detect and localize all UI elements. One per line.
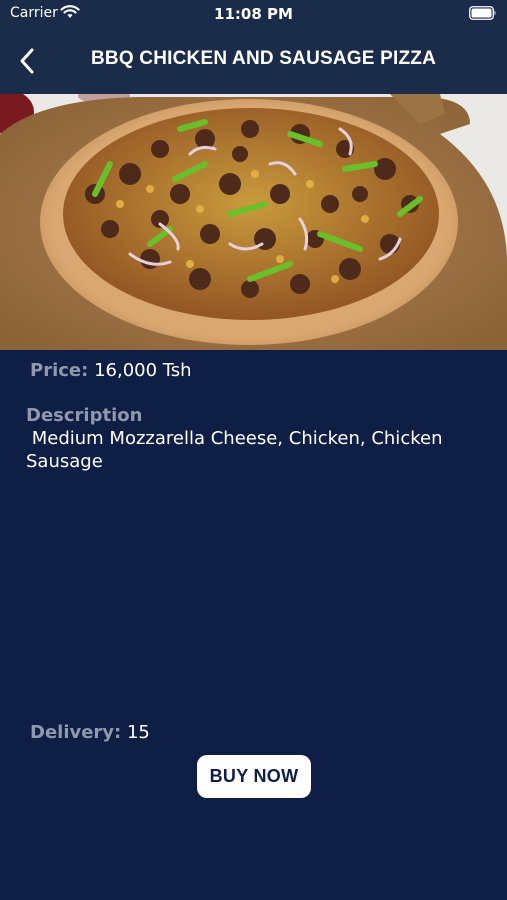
status-bar: Carrier 11:08 PM (0, 0, 507, 28)
price-row: Price: 16,000 Tsh (30, 360, 192, 381)
buy-now-button[interactable]: BUY NOW (197, 755, 311, 798)
delivery-row: Delivery: 15 (30, 722, 150, 743)
delivery-label: Delivery: (30, 722, 122, 743)
description-label: Description (26, 405, 143, 426)
status-time: 11:08 PM (214, 5, 293, 23)
delivery-value: 15 (126, 722, 150, 743)
page-title: BBQ CHICKEN AND SAUSAGE PIZZA (91, 48, 436, 69)
description-text: Medium Mozzarella Cheese, Chicken, Chick… (26, 428, 449, 472)
back-button[interactable] (12, 44, 46, 78)
product-image (0, 94, 507, 350)
battery-icon (469, 6, 496, 20)
pizza-photo (0, 94, 507, 350)
price-label: Price: (30, 360, 89, 381)
navigation-bar: BBQ CHICKEN AND SAUSAGE PIZZA (0, 28, 507, 94)
chevron-left-icon (20, 48, 34, 74)
price-value: 16,000 Tsh (94, 360, 192, 381)
